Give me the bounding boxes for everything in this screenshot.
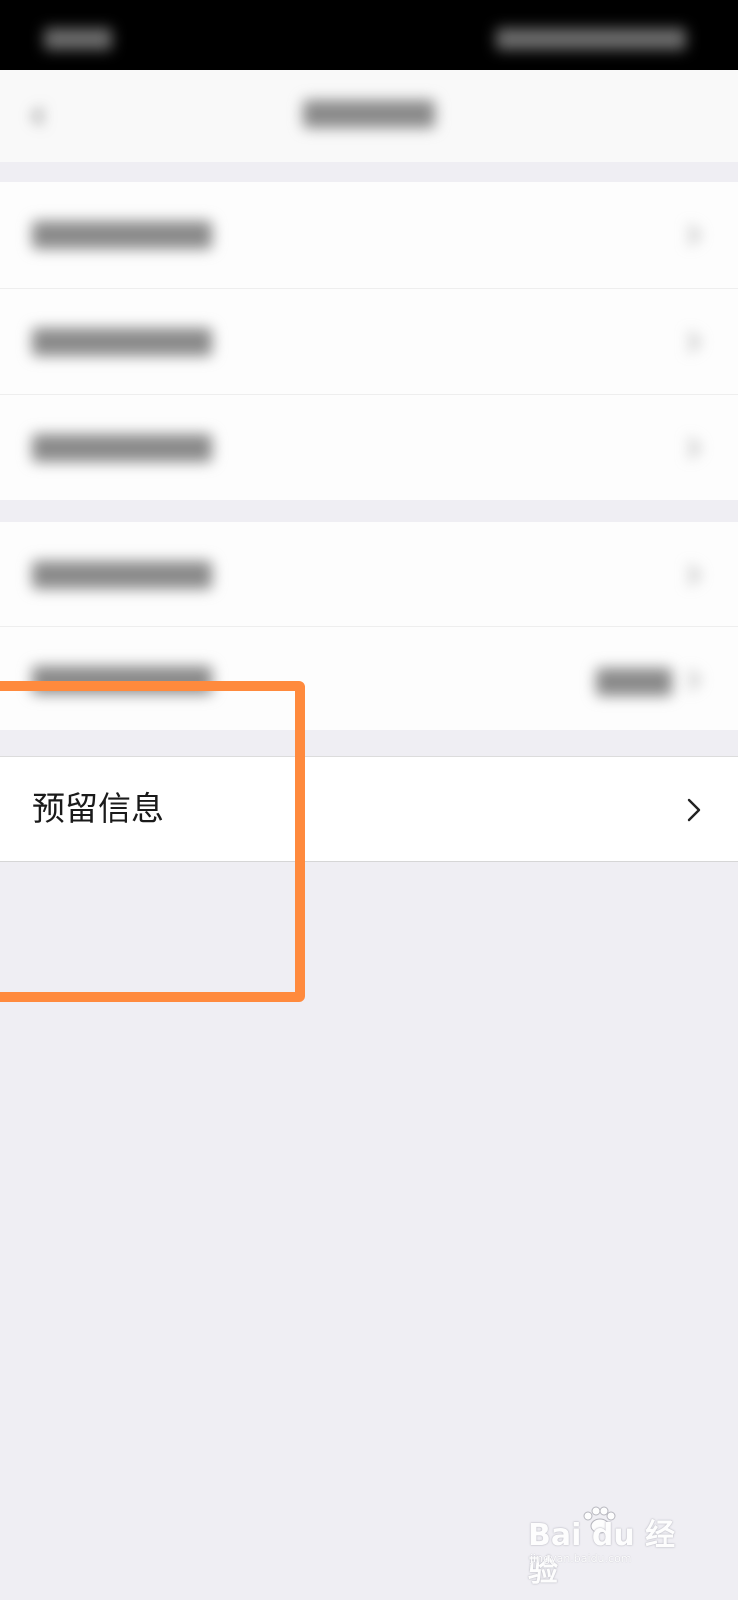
row-label [32, 561, 212, 589]
chevron-right-icon [676, 557, 712, 593]
status-indicators [496, 28, 686, 50]
page-title [303, 100, 435, 128]
row-value [596, 668, 672, 696]
row-label [32, 221, 212, 249]
reserved-info-label: 预留信息 [32, 789, 164, 828]
chevron-right-icon [676, 792, 712, 828]
settings-row[interactable] [0, 182, 738, 288]
settings-row[interactable] [0, 626, 738, 730]
row-label [32, 666, 212, 694]
back-button[interactable]: ‹ [18, 90, 58, 140]
chevron-right-icon [676, 217, 712, 253]
chevron-left-icon: ‹ [30, 92, 46, 138]
baidu-watermark: Bai du 经验 jingyan.baidu.com [528, 1506, 698, 1589]
watermark-url: jingyan.baidu.com [530, 1552, 632, 1565]
settings-row[interactable] [0, 394, 738, 500]
settings-row[interactable] [0, 522, 738, 626]
nav-bar: ‹ [0, 70, 738, 162]
settings-row[interactable] [0, 288, 738, 394]
status-time [44, 28, 112, 50]
chevron-right-icon [676, 662, 712, 698]
reserved-info-row[interactable]: 预留信息 [0, 756, 738, 862]
settings-group-1 [0, 182, 738, 500]
status-bar [0, 0, 738, 70]
row-label [32, 328, 212, 356]
settings-group-2 [0, 522, 738, 730]
chevron-right-icon [676, 430, 712, 466]
row-label [32, 434, 212, 462]
chevron-right-icon [676, 324, 712, 360]
